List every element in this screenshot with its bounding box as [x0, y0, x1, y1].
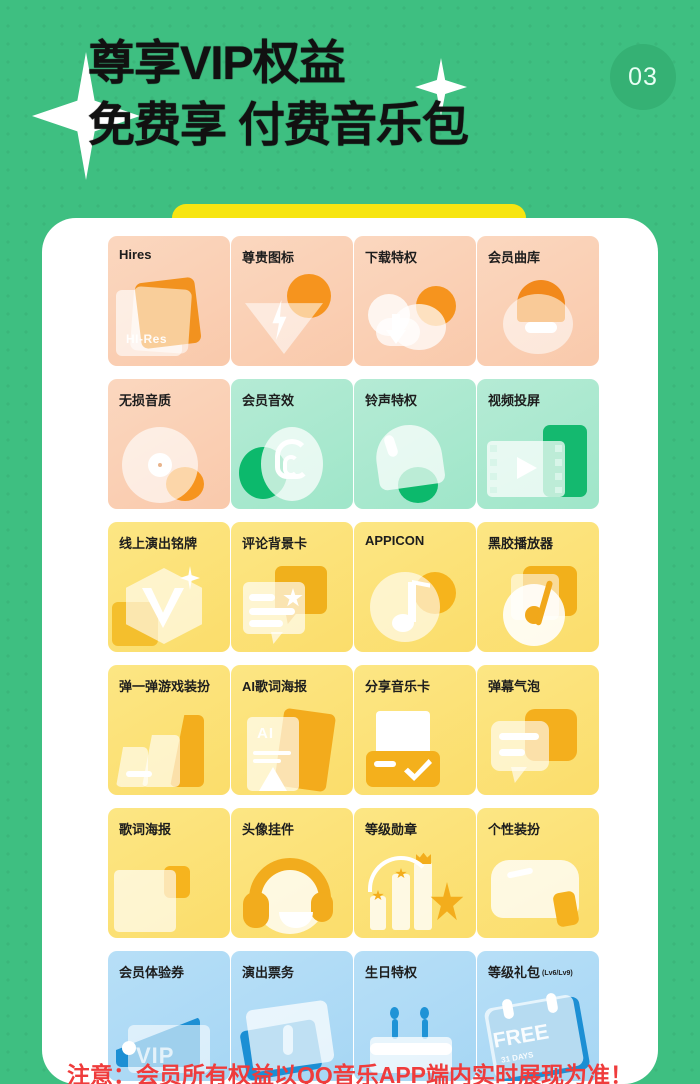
- benefit-card-label: 尊贵图标: [242, 250, 295, 265]
- benefit-card[interactable]: AI AI歌词海报: [231, 665, 353, 795]
- benefit-card[interactable]: 头像挂件: [231, 808, 353, 938]
- benefit-card[interactable]: 下载特权: [354, 236, 476, 366]
- benefit-card[interactable]: 黑胶播放器: [477, 522, 599, 652]
- benefit-card-label: APPICON: [365, 533, 425, 548]
- benefit-card-label: 分享音乐卡: [365, 679, 431, 694]
- card-art-badge: AI: [257, 725, 274, 742]
- footer-disclaimer: 注意：会员所有权益以QQ音乐APP端内实时展现为准！: [66, 1062, 634, 1084]
- benefit-card-label: 评论背景卡: [242, 536, 308, 551]
- benefit-card[interactable]: APPICON: [354, 522, 476, 652]
- benefit-card-label: 等级勋章: [365, 822, 418, 837]
- benefit-card-label-main: 等级礼包: [488, 965, 541, 980]
- benefit-card[interactable]: HI-Res Hires: [108, 236, 230, 366]
- benefit-card-label: 会员音效: [242, 393, 295, 408]
- benefit-card[interactable]: 等级勋章: [354, 808, 476, 938]
- benefit-card-label: 下载特权: [365, 250, 418, 265]
- benefit-card[interactable]: 弹幕气泡: [477, 665, 599, 795]
- benefit-card-label: 弹幕气泡: [488, 679, 541, 694]
- benefit-card-label: 会员曲库: [488, 250, 541, 265]
- page-number-label: 03: [628, 62, 658, 91]
- benefit-card[interactable]: 弹一弹游戏装扮: [108, 665, 230, 795]
- benefit-card-label: 演出票务: [242, 965, 295, 980]
- benefit-card[interactable]: 歌词海报: [108, 808, 230, 938]
- benefit-card[interactable]: 分享音乐卡: [354, 665, 476, 795]
- benefit-card[interactable]: 个性装扮: [477, 808, 599, 938]
- benefit-card-label: 无损音质: [119, 393, 172, 408]
- benefit-card[interactable]: 线上演出铭牌: [108, 522, 230, 652]
- title-line-primary: 尊享VIP权益: [88, 36, 346, 89]
- benefit-card[interactable]: 会员曲库: [477, 236, 599, 366]
- benefit-card-label: 生日特权: [365, 965, 418, 980]
- page-title: 尊享VIP权益 免费享 付费音乐包: [88, 34, 568, 154]
- benefit-card-label: AI歌词海报: [242, 679, 308, 694]
- benefit-card[interactable]: 铃声特权: [354, 379, 476, 509]
- benefit-card-label: Hires: [119, 247, 152, 262]
- benefit-card-label: 线上演出铭牌: [119, 536, 198, 551]
- benefits-grid: HI-Res Hires 尊贵图标 下载特权 会员曲库 无损音质 会员音效 铃声…: [108, 236, 599, 1081]
- benefit-card-label: 个性装扮: [488, 822, 541, 837]
- benefit-card-label: 歌词海报: [119, 822, 172, 837]
- benefit-card[interactable]: 评论背景卡: [231, 522, 353, 652]
- benefit-card-label: 头像挂件: [242, 822, 295, 837]
- benefit-card-label: 弹一弹游戏装扮: [119, 679, 211, 694]
- benefit-card-label-sub: (Lv6/Lv9): [542, 970, 573, 977]
- benefit-card[interactable]: 视频投屏: [477, 379, 599, 509]
- benefit-card-label: 视频投屏: [488, 393, 541, 408]
- benefits-panel: HI-Res Hires 尊贵图标 下载特权 会员曲库 无损音质 会员音效 铃声…: [42, 218, 658, 1084]
- benefit-card-label: 会员体验券: [119, 965, 185, 980]
- title-line-secondary: 免费享 付费音乐包: [88, 98, 469, 151]
- card-art-badge: HI-Res: [126, 332, 168, 346]
- benefit-card[interactable]: 会员音效: [231, 379, 353, 509]
- page-header: 尊享VIP权益 免费享 付费音乐包 03: [0, 0, 700, 200]
- benefit-card-label: 铃声特权: [365, 393, 418, 408]
- benefit-card[interactable]: 无损音质: [108, 379, 230, 509]
- benefit-card[interactable]: 尊贵图标: [231, 236, 353, 366]
- page-number-badge: 03: [610, 44, 676, 110]
- benefit-card-label: 黑胶播放器: [488, 536, 554, 551]
- page-root: 尊享VIP权益 免费享 付费音乐包 03 HI-Res Hires 尊贵图标 下…: [0, 0, 700, 1084]
- benefit-card-label: 等级礼包 (Lv6/Lv9): [488, 962, 573, 981]
